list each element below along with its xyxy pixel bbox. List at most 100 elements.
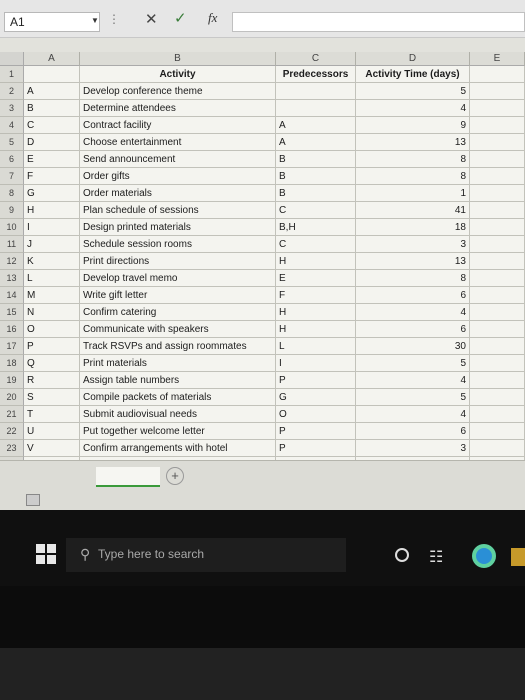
row-header[interactable]: 20: [0, 389, 24, 406]
cell[interactable]: [470, 83, 525, 100]
cell-predecessors[interactable]: I: [276, 355, 356, 372]
row-header[interactable]: 6: [0, 151, 24, 168]
cell-id[interactable]: G: [24, 185, 80, 202]
sheet-tab-active[interactable]: [96, 467, 160, 487]
cortana-circle-icon[interactable]: [395, 548, 409, 562]
row-header[interactable]: 22: [0, 423, 24, 440]
cell[interactable]: [470, 440, 525, 457]
row-header[interactable]: 1: [0, 66, 24, 83]
cell[interactable]: [470, 304, 525, 321]
cell-activity-time[interactable]: 4: [356, 406, 470, 423]
row-header[interactable]: 7: [0, 168, 24, 185]
cell-predecessors[interactable]: B: [276, 185, 356, 202]
cell-id[interactable]: L: [24, 270, 80, 287]
cell-predecessors[interactable]: G: [276, 389, 356, 406]
cell-id[interactable]: V: [24, 440, 80, 457]
cell-activity-time[interactable]: 5: [356, 389, 470, 406]
cell-activity[interactable]: Communicate with speakers: [80, 321, 276, 338]
cell-id[interactable]: H: [24, 202, 80, 219]
column-header-b[interactable]: B: [80, 52, 276, 66]
cell-activity-time[interactable]: 41: [356, 202, 470, 219]
column-header-a[interactable]: A: [24, 52, 80, 66]
cell[interactable]: [470, 423, 525, 440]
cell-activity-time[interactable]: 6: [356, 287, 470, 304]
add-sheet-button[interactable]: +: [166, 467, 184, 485]
row-header[interactable]: 3: [0, 100, 24, 117]
row-header[interactable]: 5: [0, 134, 24, 151]
cell-predecessors[interactable]: A: [276, 117, 356, 134]
cell-activity[interactable]: Choose entertainment: [80, 134, 276, 151]
confirm-entry-icon[interactable]: ✓: [174, 9, 187, 27]
cell-activity-time[interactable]: 4: [356, 304, 470, 321]
cell-predecessors[interactable]: P: [276, 372, 356, 389]
cell-predecessors[interactable]: H: [276, 304, 356, 321]
cell[interactable]: [470, 66, 525, 83]
row-header[interactable]: 2: [0, 83, 24, 100]
cell-activity-time[interactable]: 13: [356, 134, 470, 151]
cell-predecessors[interactable]: P: [276, 440, 356, 457]
cell-activity[interactable]: Develop conference theme: [80, 83, 276, 100]
row-header[interactable]: 8: [0, 185, 24, 202]
cell[interactable]: [470, 355, 525, 372]
cell-id[interactable]: D: [24, 134, 80, 151]
select-all-corner[interactable]: [0, 52, 24, 66]
cell-predecessors[interactable]: E: [276, 270, 356, 287]
cell-activity[interactable]: Put together welcome letter: [80, 423, 276, 440]
cell-id[interactable]: T: [24, 406, 80, 423]
cell-predecessors[interactable]: H: [276, 321, 356, 338]
cell-id[interactable]: B: [24, 100, 80, 117]
column-header-c[interactable]: C: [276, 52, 356, 66]
row-header[interactable]: 23: [0, 440, 24, 457]
cell-activity[interactable]: Order gifts: [80, 168, 276, 185]
cell-predecessors[interactable]: A: [276, 134, 356, 151]
cell-id[interactable]: P: [24, 338, 80, 355]
cell-activity[interactable]: Print directions: [80, 253, 276, 270]
cell-id[interactable]: I: [24, 219, 80, 236]
cell-activity[interactable]: Send announcement: [80, 151, 276, 168]
cell-predecessors[interactable]: O: [276, 406, 356, 423]
cell-activity[interactable]: Order materials: [80, 185, 276, 202]
cell-activity[interactable]: Determine attendees: [80, 100, 276, 117]
cell[interactable]: [470, 338, 525, 355]
pinned-app-icon[interactable]: [511, 548, 525, 566]
name-box[interactable]: A1: [4, 12, 100, 32]
cell-id[interactable]: F: [24, 168, 80, 185]
cell-activity-time[interactable]: 3: [356, 440, 470, 457]
cell-activity[interactable]: Submit audiovisual needs: [80, 406, 276, 423]
row-header[interactable]: 16: [0, 321, 24, 338]
cell[interactable]: [470, 270, 525, 287]
cell-id[interactable]: C: [24, 117, 80, 134]
row-header[interactable]: 18: [0, 355, 24, 372]
cell-activity[interactable]: Contract facility: [80, 117, 276, 134]
cell-activity-time[interactable]: 6: [356, 423, 470, 440]
cell-activity[interactable]: Develop travel memo: [80, 270, 276, 287]
row-header[interactable]: 19: [0, 372, 24, 389]
cell[interactable]: [470, 321, 525, 338]
cell-predecessors[interactable]: B: [276, 151, 356, 168]
cell-predecessors[interactable]: [276, 83, 356, 100]
cell[interactable]: [470, 185, 525, 202]
cell-predecessors[interactable]: C: [276, 236, 356, 253]
cell[interactable]: [470, 287, 525, 304]
column-header-d[interactable]: D: [356, 52, 470, 66]
row-header[interactable]: 4: [0, 117, 24, 134]
cell-id[interactable]: O: [24, 321, 80, 338]
cell-activity[interactable]: Confirm catering: [80, 304, 276, 321]
column-header-e[interactable]: E: [470, 52, 525, 66]
cell[interactable]: [470, 134, 525, 151]
cell-id[interactable]: R: [24, 372, 80, 389]
cell-id[interactable]: A: [24, 83, 80, 100]
cell-predecessors[interactable]: L: [276, 338, 356, 355]
cell-activity[interactable]: Compile packets of materials: [80, 389, 276, 406]
macro-status-icon[interactable]: [26, 494, 40, 506]
cell-activity-time[interactable]: 9: [356, 117, 470, 134]
cell[interactable]: [470, 202, 525, 219]
row-header[interactable]: 11: [0, 236, 24, 253]
cell-activity-time[interactable]: 6: [356, 321, 470, 338]
header-cell-predecessors[interactable]: Predecessors: [276, 66, 356, 83]
row-header[interactable]: 15: [0, 304, 24, 321]
header-cell-activity[interactable]: Activity: [80, 66, 276, 83]
cell-predecessors[interactable]: B,H: [276, 219, 356, 236]
windows-logo-icon[interactable]: [36, 544, 56, 564]
cell-activity[interactable]: Write gift letter: [80, 287, 276, 304]
